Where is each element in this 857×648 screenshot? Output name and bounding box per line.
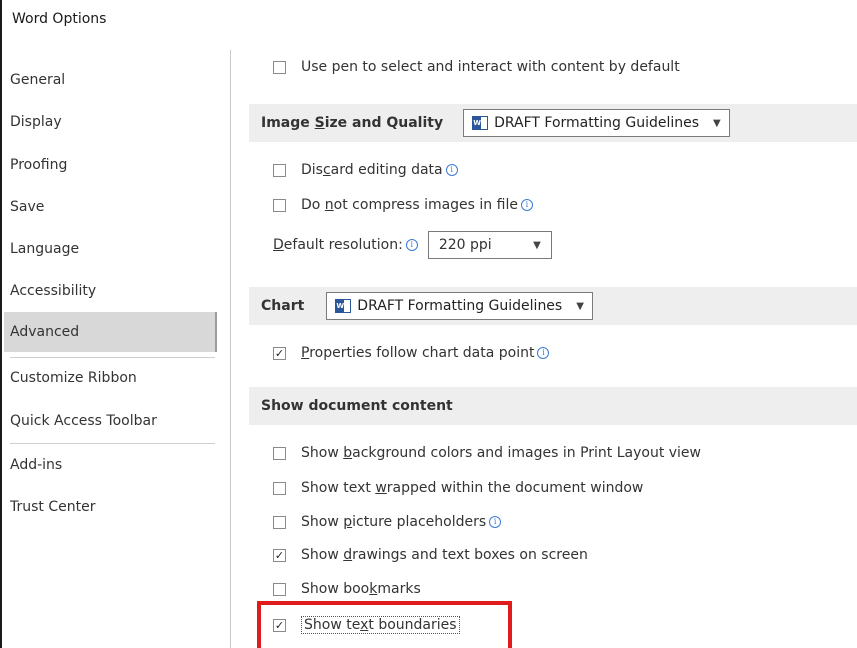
- sidebar-item-label: Trust Center: [10, 499, 96, 515]
- word-document-icon: [472, 116, 489, 130]
- info-icon[interactable]: i: [489, 516, 502, 528]
- info-icon[interactable]: i: [520, 199, 533, 211]
- default-resolution-label: Default resolution:: [273, 237, 403, 253]
- sidebar-item-label: Display: [10, 114, 62, 130]
- image-document-select[interactable]: DRAFT Formatting Guidelines ▼: [463, 109, 730, 137]
- sidebar-item-label: Save: [10, 199, 45, 215]
- pen-option-label: Use pen to select and interact with cont…: [301, 59, 680, 75]
- show-picture-placeholders-option[interactable]: Show picture placeholders i: [273, 512, 502, 532]
- info-icon[interactable]: i: [445, 164, 458, 176]
- sidebar-item-proofing[interactable]: Proofing: [10, 145, 217, 185]
- sidebar-item-accessibility[interactable]: Accessibility: [10, 271, 217, 311]
- highlight-annotation-box: [257, 601, 512, 648]
- show-picture-placeholders-label: Show picture placeholders: [301, 514, 487, 530]
- show-drawings-label: Show drawings and text boxes on screen: [301, 547, 588, 563]
- show-text-wrapped-option[interactable]: Show text wrapped within the document wi…: [273, 478, 643, 498]
- show-background-option[interactable]: Show background colors and images in Pri…: [273, 443, 701, 463]
- sidebar-item-general[interactable]: General: [10, 60, 217, 100]
- sidebar-item-customize-ribbon[interactable]: Customize Ribbon: [10, 358, 217, 398]
- show-picture-placeholders-checkbox[interactable]: [273, 515, 286, 529]
- sidebar-item-trust-center[interactable]: Trust Center: [10, 487, 217, 527]
- sidebar-item-display[interactable]: Display: [10, 102, 217, 142]
- word-document-icon: [335, 299, 352, 313]
- discard-editing-option[interactable]: Discard editing data i: [273, 160, 458, 180]
- sidebar-item-advanced[interactable]: Advanced: [4, 312, 217, 352]
- chart-document-select[interactable]: DRAFT Formatting Guidelines ▼: [326, 292, 593, 320]
- section-title: Image Size and Quality: [261, 115, 444, 131]
- info-icon[interactable]: i: [537, 347, 550, 359]
- discard-editing-label: Discard editing data: [301, 162, 443, 178]
- show-drawings-checkbox[interactable]: ✓: [273, 548, 286, 562]
- section-title: Chart: [261, 298, 305, 314]
- show-bookmarks-checkbox[interactable]: [273, 582, 286, 596]
- sidebar-item-label: General: [10, 72, 66, 88]
- sidebar-item-add-ins[interactable]: Add-ins: [10, 445, 217, 485]
- sidebar-item-label: Quick Access Toolbar: [10, 413, 157, 429]
- chevron-down-icon: ▼: [533, 239, 541, 251]
- image-size-quality-section: Image Size and Quality DRAFT Formatting …: [249, 104, 857, 142]
- no-compress-option[interactable]: Do not compress images in file i: [273, 195, 533, 215]
- no-compress-checkbox[interactable]: [273, 198, 286, 212]
- chevron-down-icon: ▼: [713, 117, 721, 129]
- image-document-value: DRAFT Formatting Guidelines: [494, 115, 700, 131]
- show-text-wrapped-label: Show text wrapped within the document wi…: [301, 480, 644, 496]
- section-title: Show document content: [261, 398, 453, 414]
- info-icon[interactable]: i: [405, 239, 418, 251]
- sidebar-divider: [10, 443, 215, 444]
- show-background-checkbox[interactable]: [273, 446, 286, 460]
- default-resolution-value: 220 ppi: [438, 237, 492, 253]
- sidebar-item-label: Customize Ribbon: [10, 370, 137, 386]
- window-title: Word Options: [12, 11, 107, 27]
- no-compress-label: Do not compress images in file: [301, 197, 518, 213]
- show-background-label: Show background colors and images in Pri…: [301, 445, 701, 461]
- properties-follow-checkbox[interactable]: ✓: [273, 346, 286, 360]
- sidebar: General Display Proofing Save Language A…: [2, 56, 218, 648]
- properties-follow-label: Properties follow chart data point: [301, 345, 535, 361]
- pen-option[interactable]: Use pen to select and interact with cont…: [273, 57, 680, 77]
- pen-option-checkbox[interactable]: [273, 60, 286, 74]
- sidebar-item-save[interactable]: Save: [10, 187, 217, 227]
- sidebar-item-label: Accessibility: [10, 283, 97, 299]
- sidebar-item-quick-access-toolbar[interactable]: Quick Access Toolbar: [10, 401, 217, 441]
- sidebar-item-label: Advanced: [10, 324, 80, 340]
- sidebar-item-label: Proofing: [10, 157, 68, 173]
- show-bookmarks-option[interactable]: Show bookmarks: [273, 579, 421, 599]
- sidebar-item-label: Add-ins: [10, 457, 63, 473]
- properties-follow-option[interactable]: ✓ Properties follow chart data point i: [273, 343, 550, 363]
- advanced-options-pane: Use pen to select and interact with cont…: [231, 50, 857, 648]
- chevron-down-icon: ▼: [576, 300, 584, 312]
- chart-section: Chart DRAFT Formatting Guidelines ▼: [249, 287, 857, 325]
- chart-document-value: DRAFT Formatting Guidelines: [357, 298, 563, 314]
- show-text-wrapped-checkbox[interactable]: [273, 481, 286, 495]
- show-document-content-section: Show document content: [249, 387, 857, 425]
- show-bookmarks-label: Show bookmarks: [301, 581, 421, 597]
- sidebar-item-language[interactable]: Language: [10, 229, 217, 269]
- show-drawings-option[interactable]: ✓ Show drawings and text boxes on screen: [273, 545, 588, 565]
- discard-editing-checkbox[interactable]: [273, 163, 286, 177]
- default-resolution-row: Default resolution: i 220 ppi ▼: [273, 231, 552, 259]
- sidebar-item-label: Language: [10, 241, 80, 257]
- default-resolution-select[interactable]: 220 ppi ▼: [427, 231, 552, 259]
